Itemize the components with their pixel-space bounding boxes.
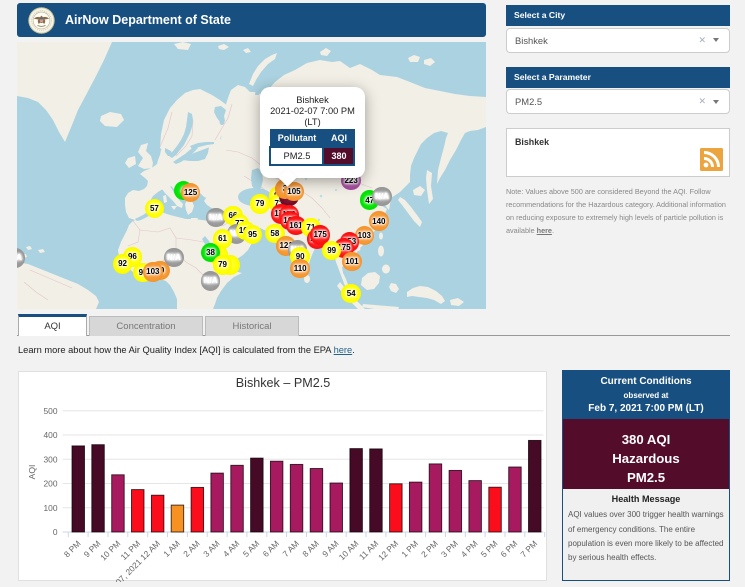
svg-text:6 PM: 6 PM	[498, 538, 519, 559]
svg-text:1 PM: 1 PM	[399, 538, 420, 559]
svg-text:1 AM: 1 AM	[161, 538, 182, 559]
svg-text:4 AM: 4 AM	[221, 538, 242, 559]
svg-text:7 AM: 7 AM	[280, 538, 301, 559]
svg-text:8 PM: 8 PM	[62, 538, 83, 559]
svg-text:2 AM: 2 AM	[181, 538, 202, 559]
svg-text:5 AM: 5 AM	[241, 538, 262, 559]
svg-text:5 PM: 5 PM	[479, 538, 500, 559]
svg-text:0: 0	[53, 527, 58, 537]
svg-text:400: 400	[44, 430, 58, 440]
svg-text:AQI: AQI	[27, 465, 37, 480]
svg-text:10 PM: 10 PM	[98, 538, 122, 562]
svg-text:4 PM: 4 PM	[459, 538, 480, 559]
svg-text:100: 100	[44, 503, 58, 513]
svg-text:3 PM: 3 PM	[439, 538, 460, 559]
svg-text:500: 500	[44, 406, 58, 416]
svg-text:6 AM: 6 AM	[261, 538, 282, 559]
svg-text:12 PM: 12 PM	[376, 538, 400, 562]
svg-text:11 AM: 11 AM	[357, 538, 380, 561]
svg-text:Bishkek – PM2.5: Bishkek – PM2.5	[236, 376, 331, 390]
svg-text:10 AM: 10 AM	[337, 538, 361, 562]
svg-text:8 AM: 8 AM	[300, 538, 321, 559]
svg-text:7 PM: 7 PM	[518, 538, 539, 559]
svg-text:200: 200	[44, 479, 58, 489]
svg-text:300: 300	[44, 454, 58, 464]
svg-text:3 AM: 3 AM	[201, 538, 222, 559]
svg-text:2 PM: 2 PM	[419, 538, 440, 559]
